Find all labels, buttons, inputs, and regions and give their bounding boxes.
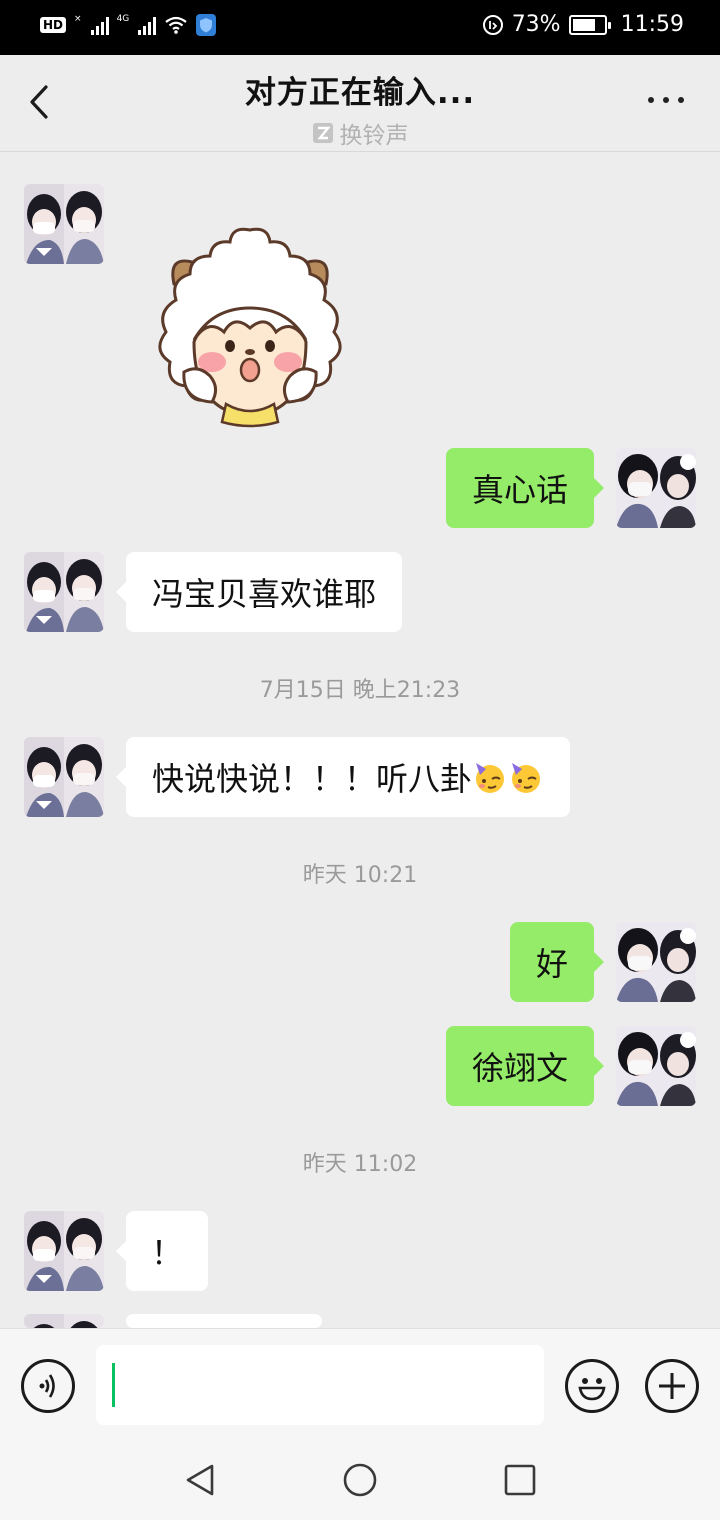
contact-avatar[interactable] bbox=[24, 1314, 104, 1328]
battery-icon bbox=[568, 14, 611, 35]
dot-icon bbox=[663, 97, 669, 103]
status-bar: HD × 4G 73% 11:59 bbox=[0, 0, 720, 55]
more-options-button[interactable] bbox=[648, 97, 684, 103]
avatar-image bbox=[24, 1211, 104, 1291]
message-bubble-incoming[interactable]: ！ bbox=[116, 1211, 208, 1291]
message-input[interactable] bbox=[96, 1345, 544, 1425]
my-avatar[interactable] bbox=[616, 1026, 696, 1106]
dot-icon bbox=[678, 97, 684, 103]
battery-percent: 73% bbox=[511, 12, 561, 37]
message-bubble-incoming[interactable]: 快说快说！！！听八卦 bbox=[115, 737, 571, 817]
message-timestamp: 昨天 11:02 bbox=[302, 1152, 418, 1177]
chat-title: 对方正在输入... bbox=[244, 75, 476, 111]
data-saver-icon bbox=[482, 14, 503, 35]
ringtone-link[interactable]: 换铃声 bbox=[160, 116, 560, 150]
message-bubble-outgoing[interactable]: 好 bbox=[509, 922, 605, 1002]
message-bubble-outgoing[interactable]: 真心话 bbox=[445, 448, 605, 528]
avatar-image bbox=[24, 1314, 104, 1328]
message-text: 快说快说！！！听八卦 bbox=[152, 760, 473, 798]
my-avatar[interactable] bbox=[616, 448, 696, 528]
more-functions-button[interactable] bbox=[645, 1359, 699, 1413]
message-text: 好 bbox=[535, 945, 568, 983]
contact-avatar[interactable] bbox=[24, 737, 104, 817]
text-cursor bbox=[112, 1363, 115, 1407]
status-left: HD × 4G bbox=[40, 14, 217, 36]
nav-recents-icon[interactable] bbox=[502, 1462, 538, 1498]
message-text: 徐翊文 bbox=[471, 1049, 568, 1087]
avatar-image bbox=[24, 184, 104, 264]
wifi-icon bbox=[165, 16, 187, 34]
signal-icon bbox=[90, 15, 109, 35]
header-title-block: 对方正在输入... 换铃声 bbox=[160, 67, 560, 150]
avatar-image bbox=[616, 1026, 696, 1106]
message-text: 真心话 bbox=[471, 471, 568, 509]
back-arrow-icon[interactable] bbox=[20, 77, 60, 127]
message-bubble-outgoing[interactable]: 徐翊文 bbox=[445, 1026, 605, 1106]
clock: 11:59 bbox=[620, 12, 684, 37]
lazy-sheep-sticker[interactable] bbox=[138, 222, 362, 428]
network-type-label: 4G bbox=[116, 14, 130, 24]
ringtone-icon bbox=[312, 123, 333, 143]
message-timestamp: 7月15日 晚上21:23 bbox=[259, 678, 461, 703]
system-navigation-bar bbox=[0, 1440, 720, 1520]
voice-icon bbox=[39, 1374, 55, 1398]
message-text: ！ bbox=[150, 1234, 183, 1272]
nav-back-icon[interactable] bbox=[182, 1462, 218, 1498]
input-bar bbox=[0, 1328, 720, 1440]
voice-button[interactable] bbox=[21, 1359, 75, 1413]
shield-icon bbox=[196, 14, 217, 36]
contact-avatar[interactable] bbox=[24, 552, 104, 632]
partying-face-icon bbox=[512, 763, 541, 793]
message-timestamp: 昨天 10:21 bbox=[302, 863, 418, 888]
signal-icon-2 bbox=[138, 15, 157, 35]
hd-badge: HD bbox=[40, 17, 67, 33]
message-bubble-incoming[interactable] bbox=[116, 1314, 322, 1364]
chat-header: 对方正在输入... 换铃声 bbox=[0, 55, 720, 152]
avatar-image bbox=[24, 552, 104, 632]
message-text: 冯宝贝喜欢谁耶 bbox=[152, 575, 377, 613]
avatar-image bbox=[616, 448, 696, 528]
plus-icon bbox=[659, 1373, 685, 1399]
message-bubble-incoming[interactable]: 冯宝贝喜欢谁耶 bbox=[115, 552, 403, 632]
nav-home-icon[interactable] bbox=[342, 1462, 378, 1498]
smiley-icon bbox=[578, 1378, 606, 1401]
avatar-image bbox=[616, 922, 696, 1002]
ringtone-label: 换铃声 bbox=[339, 123, 409, 149]
avatar-image bbox=[24, 737, 104, 817]
dot-icon bbox=[648, 97, 654, 103]
emoji-button[interactable] bbox=[565, 1359, 619, 1413]
status-right: 73% 11:59 bbox=[482, 12, 684, 37]
signal-label: × bbox=[74, 14, 82, 24]
contact-avatar[interactable] bbox=[24, 184, 104, 264]
partying-face-icon bbox=[476, 763, 505, 793]
my-avatar[interactable] bbox=[616, 922, 696, 1002]
contact-avatar[interactable] bbox=[24, 1211, 104, 1291]
